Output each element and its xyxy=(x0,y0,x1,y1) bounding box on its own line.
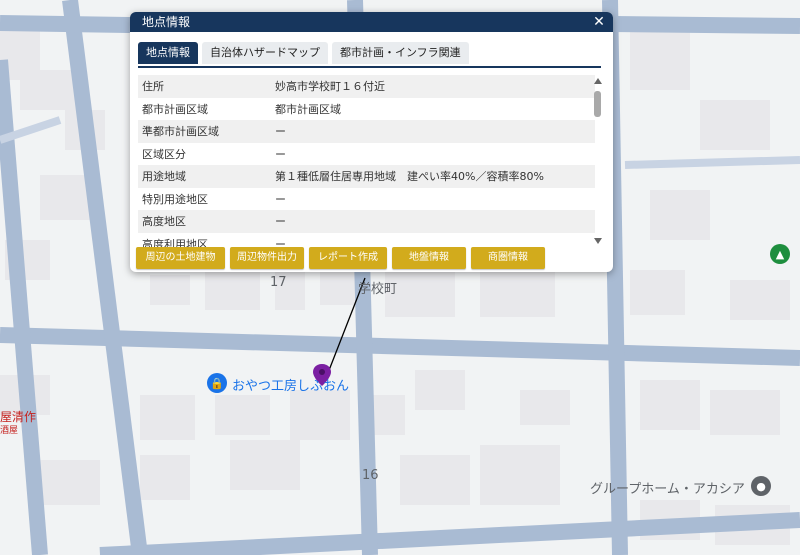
location-info-popup: 地点情報 ✕ 地点情報 自治体ハザードマップ 都市計画・インフラ関連 住所 妙高市… xyxy=(130,12,613,272)
info-table: 住所 妙高市学校町１６付近 都市計画区域 都市計画区域 準都市計画区域ー 区域区分ー… xyxy=(138,75,595,247)
row-key: 住所 xyxy=(142,80,164,94)
table-row: 高度地区 ー xyxy=(138,210,595,233)
nearby-property-export-button[interactable]: 周辺物件出力 xyxy=(230,247,304,269)
poi-label-acacia[interactable]: グループホーム・アカシア xyxy=(590,478,745,497)
close-icon[interactable]: ✕ xyxy=(591,12,607,32)
ground-info-button[interactable]: 地盤情報 xyxy=(392,247,466,269)
trade-area-info-button[interactable]: 商圏情報 xyxy=(471,247,545,269)
row-value: 妙高市学校町１６付近 xyxy=(275,80,385,94)
table-row: 用途地域 第１種低層住居専用地域 建ぺい率40%／容積率80% xyxy=(138,165,595,188)
row-value: 都市計画区域 xyxy=(275,102,341,116)
poi-label-sake-shop-sub: 酒屋 xyxy=(0,426,19,436)
table-row: 高度利用地区 ー xyxy=(138,233,595,247)
popup-title-bar: 地点情報 ✕ xyxy=(130,12,613,32)
row-key: 都市計画区域 xyxy=(142,102,208,116)
row-key: 用途地域 xyxy=(142,170,186,184)
table-row: 準都市計画区域 ー xyxy=(138,120,595,143)
table-row: 都市計画区域 都市計画区域 xyxy=(138,98,595,121)
nearby-land-buildings-button[interactable]: 周辺の土地建物 xyxy=(136,247,225,269)
row-value: ー xyxy=(275,125,286,139)
tab-location-info[interactable]: 地点情報 xyxy=(138,42,198,64)
create-report-button[interactable]: レポート作成 xyxy=(309,247,387,269)
row-value: ー xyxy=(275,215,286,229)
row-value: ー xyxy=(275,192,286,206)
table-row: 住所 妙高市学校町１６付近 xyxy=(138,75,595,98)
tab-hazard-map[interactable]: 自治体ハザードマップ xyxy=(202,42,328,64)
tree-icon[interactable]: ▲ xyxy=(770,244,790,264)
table-row: 特別用途地区 ー xyxy=(138,188,595,211)
row-key: 準都市計画区域 xyxy=(142,125,219,139)
row-key: 区域区分 xyxy=(142,147,186,161)
tab-bar: 地点情報 自治体ハザードマップ 都市計画・インフラ関連 xyxy=(138,42,601,68)
table-row: 区域区分 ー xyxy=(138,143,595,166)
poi-label-oyatsu[interactable]: おやつ工房しふおん xyxy=(232,375,349,394)
scroll-down-icon[interactable] xyxy=(594,238,602,244)
scroll-up-icon[interactable] xyxy=(594,78,602,84)
area-label: 学校町 xyxy=(358,282,398,297)
poi-marker-icon[interactable]: ● xyxy=(751,476,771,496)
block-number-17: 17 xyxy=(270,275,287,290)
row-key: 特別用途地区 xyxy=(142,192,208,206)
row-key: 高度利用地区 xyxy=(142,237,208,247)
row-value: ー xyxy=(275,237,286,247)
popup-title: 地点情報 xyxy=(142,15,191,29)
row-value: ー xyxy=(275,147,286,161)
block-number-16: 16 xyxy=(362,468,379,483)
action-button-row: 周辺の土地建物 周辺物件出力 レポート作成 地盤情報 商圏情報 xyxy=(136,247,545,269)
scroll-thumb[interactable] xyxy=(594,91,601,117)
shopping-bag-icon[interactable]: 🔒 xyxy=(207,373,227,393)
row-key: 高度地区 xyxy=(142,215,186,229)
row-value: 第１種低層住居専用地域 建ぺい率40%／容積率80% xyxy=(275,170,544,184)
table-scrollbar[interactable] xyxy=(593,75,603,247)
tab-urban-planning[interactable]: 都市計画・インフラ関連 xyxy=(332,42,469,64)
